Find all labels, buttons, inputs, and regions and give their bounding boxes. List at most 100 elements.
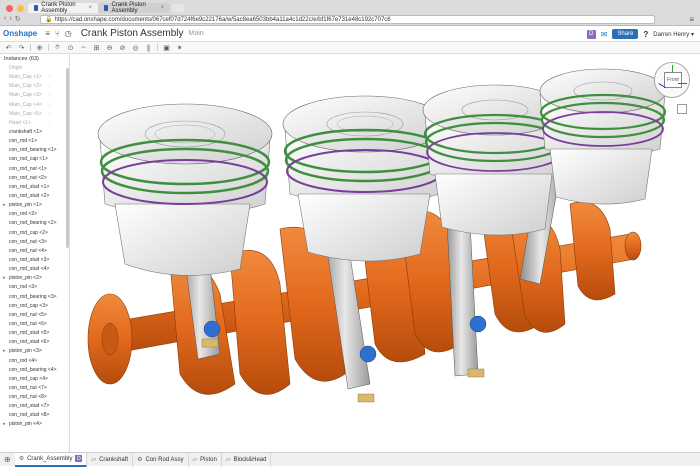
close-window-button[interactable]	[6, 5, 13, 12]
planar-mate-icon[interactable]: ⊞	[92, 44, 101, 52]
user-menu[interactable]: Darren Henry ▾	[653, 31, 694, 38]
new-tab-button[interactable]	[172, 4, 184, 12]
expand-caret-icon[interactable]: ▸	[3, 347, 6, 356]
tree-item[interactable]: con_rod_stud <2>	[0, 192, 69, 201]
group-icon[interactable]: ▣	[162, 44, 171, 52]
hidden-eye-icon[interactable]: ◌	[48, 110, 51, 119]
explode-icon[interactable]: ✶	[175, 44, 184, 52]
pin-slot-mate-icon[interactable]: ⊘	[118, 44, 127, 52]
tree-item[interactable]: con_rod_stud <6>	[0, 338, 69, 347]
reload-icon[interactable]: ↻	[15, 15, 21, 23]
document-badge[interactable]: D	[586, 29, 596, 39]
graphics-viewport[interactable]: Front	[70, 54, 700, 452]
tree-item[interactable]: Main_Cap <3> ◌	[0, 91, 69, 100]
view-cube-face[interactable]: Front	[664, 72, 682, 88]
tree-item[interactable]: con_rod_nut <7>	[0, 384, 69, 393]
view-options-icon[interactable]	[677, 104, 687, 114]
hidden-eye-icon[interactable]: ◌	[48, 73, 51, 82]
browser-tab-2[interactable]: Crank Piston Assembly ×	[98, 2, 170, 14]
ball-mate-icon[interactable]: ◎	[131, 44, 140, 52]
browser-tab-1[interactable]: Crank Piston Assembly ×	[28, 2, 98, 14]
tree-item[interactable]: Origin	[0, 64, 69, 73]
tree-item[interactable]: Main_Cap <5> ◌	[0, 110, 69, 119]
redo-icon[interactable]: ↷	[17, 44, 26, 52]
tree-item[interactable]: Main_Cap <1> ◌	[0, 73, 69, 82]
tree-item[interactable]: Main_Cap <4> ◌	[0, 101, 69, 110]
expand-caret-icon[interactable]: ▸	[3, 420, 6, 429]
tree-item[interactable]: con_rod_cap <3>	[0, 302, 69, 311]
tree-item[interactable]: con_rod_cap <4>	[0, 375, 69, 384]
history-icon[interactable]: ◷	[65, 29, 72, 38]
tree-item[interactable]: ▸ piston_pin <1>	[0, 201, 69, 210]
tree-item[interactable]: con_rod_nut <4>	[0, 247, 69, 256]
tree-item[interactable]: con_rod_nut <5>	[0, 311, 69, 320]
tree-item[interactable]: con_rod_bearing <1>	[0, 146, 69, 155]
view-cube[interactable]: Front	[654, 62, 690, 98]
forward-icon[interactable]: ›	[9, 15, 11, 23]
tab-piston[interactable]: ▱ Piston	[189, 452, 222, 467]
piston-1[interactable]	[97, 103, 273, 276]
fastened-mate-icon[interactable]: ⌾	[53, 44, 62, 52]
help-icon[interactable]: ?	[643, 30, 648, 39]
slider-mate-icon[interactable]: ⇔	[79, 44, 88, 51]
tree-item[interactable]: con_rod_cap <2>	[0, 229, 69, 238]
tree-item[interactable]: con_rod_bearing <4>	[0, 366, 69, 375]
tree-item[interactable]: ▸ piston_pin <2>	[0, 274, 69, 283]
tree-item[interactable]: ▸ piston_pin <3>	[0, 347, 69, 356]
expand-caret-icon[interactable]: ▸	[3, 274, 6, 283]
tree-item[interactable]: con_rod_stud <7>	[0, 402, 69, 411]
cylindrical-mate-icon[interactable]: ⊖	[105, 44, 114, 52]
tab-crankshaft[interactable]: ▱ Crankshaft	[87, 452, 134, 467]
instances-header[interactable]: Instances (63)	[0, 54, 69, 64]
hidden-eye-icon[interactable]: ◌	[48, 82, 51, 91]
close-tab-icon[interactable]: ×	[160, 5, 164, 11]
add-tab-icon[interactable]: ⊕	[0, 455, 15, 464]
piston-4[interactable]	[539, 68, 667, 205]
piston-2[interactable]	[282, 95, 448, 262]
parallel-mate-icon[interactable]: ∥	[144, 44, 153, 52]
browser-menu-icon[interactable]: ≡	[689, 15, 694, 24]
document-title[interactable]: Crank Piston Assembly	[81, 28, 184, 39]
address-bar[interactable]: 🔒 https://cad.onshape.com/documents/067c…	[40, 15, 655, 24]
tree-item[interactable]: con_rod_stud <4>	[0, 265, 69, 274]
tree-item[interactable]: con_rod_stud <1>	[0, 183, 69, 192]
expand-caret-icon[interactable]: ▸	[3, 201, 6, 210]
tree-item[interactable]: con_rod_nut <1>	[0, 165, 69, 174]
tree-item[interactable]: con_rod_stud <3>	[0, 256, 69, 265]
assembly-model[interactable]	[70, 54, 700, 452]
tree-item[interactable]: con_rod <2>	[0, 210, 69, 219]
sidebar-scrollbar[interactable]	[66, 68, 69, 248]
insert-icon[interactable]: ⊕	[35, 44, 44, 52]
tree-item[interactable]: crankshaft <1>	[0, 128, 69, 137]
versions-icon[interactable]: ⑂	[55, 29, 60, 38]
tree-item[interactable]: con_rod_cap <1>	[0, 155, 69, 164]
hamburger-menu-icon[interactable]: ≡	[45, 29, 50, 38]
tab-block-head[interactable]: ▱ Block&Head	[222, 452, 272, 467]
tree-item[interactable]: Main_Cap <2> ◌	[0, 82, 69, 91]
tree-item[interactable]: con_rod_nut <2>	[0, 174, 69, 183]
tree-item[interactable]: ▸ piston_pin <4>	[0, 420, 69, 429]
notifications-icon[interactable]: ✉	[601, 30, 608, 39]
undo-icon[interactable]: ↶	[4, 44, 13, 52]
revolute-mate-icon[interactable]: ⊙	[66, 44, 75, 52]
tree-item[interactable]: Head <1> ◌	[0, 119, 69, 128]
workspace-name[interactable]: Main	[189, 30, 204, 37]
tree-item[interactable]: con_rod_bearing <2>	[0, 219, 69, 228]
tab-crank-assembly[interactable]: ⚙ Crank_Assembly D	[14, 452, 88, 467]
tree-item[interactable]: con_rod <3>	[0, 283, 69, 292]
tree-item[interactable]: con_rod <4>	[0, 357, 69, 366]
onshape-logo[interactable]: Onshape	[3, 29, 37, 38]
hidden-eye-icon[interactable]: ◌	[48, 119, 51, 128]
tree-item[interactable]: con_rod_stud <5>	[0, 329, 69, 338]
tree-item[interactable]: con_rod_nut <3>	[0, 238, 69, 247]
tree-item[interactable]: con_rod_nut <8>	[0, 393, 69, 402]
hidden-eye-icon[interactable]: ◌	[48, 91, 51, 100]
tree-item[interactable]: con_rod <1>	[0, 137, 69, 146]
minimize-window-button[interactable]	[17, 5, 24, 12]
tab-con-rod-assy[interactable]: ⚙ Con Rod Assy	[133, 452, 189, 467]
tree-item[interactable]: con_rod_bearing <3>	[0, 293, 69, 302]
back-icon[interactable]: ‹	[4, 15, 6, 23]
hidden-eye-icon[interactable]: ◌	[48, 101, 51, 110]
tree-item[interactable]: con_rod_stud <8>	[0, 411, 69, 420]
tree-item[interactable]: con_rod_nut <6>	[0, 320, 69, 329]
